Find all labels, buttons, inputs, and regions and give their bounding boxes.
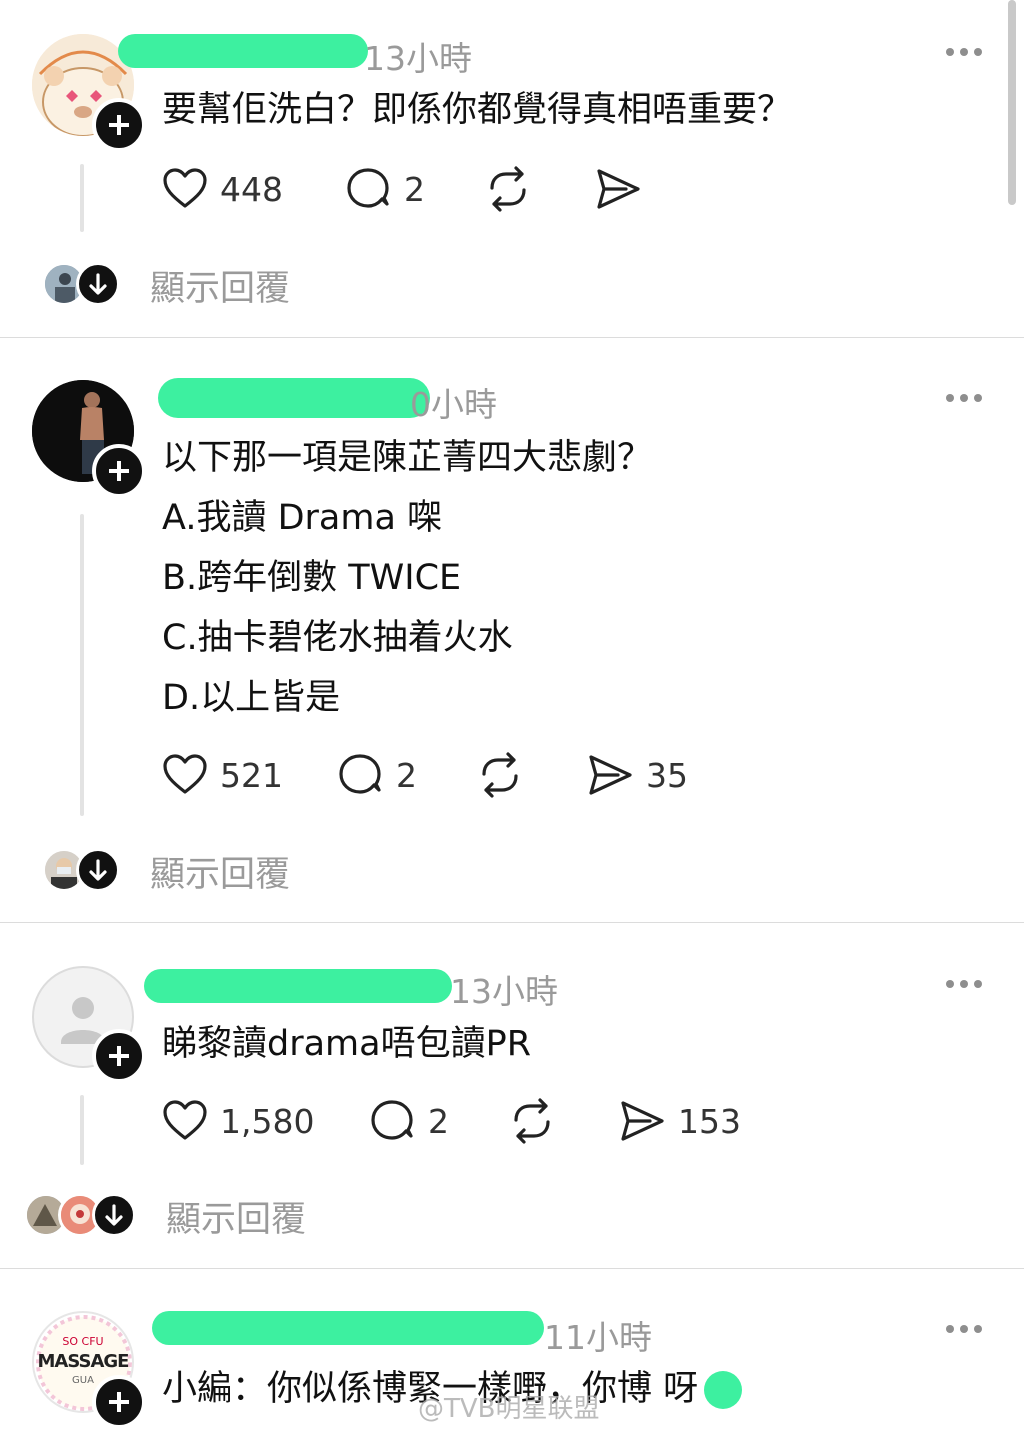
comment-bubble-icon <box>339 754 381 794</box>
follow-plus-icon[interactable] <box>92 1375 146 1429</box>
send-icon <box>589 755 632 795</box>
share-count: 35 <box>646 756 688 795</box>
redacted-username <box>158 378 430 418</box>
action-bar: 1,580 2 153 <box>162 1098 762 1148</box>
comment-button[interactable]: 2 <box>338 752 428 802</box>
like-button[interactable]: 521 <box>162 752 292 802</box>
avatar-logo-text: SO CFU <box>62 1335 104 1348</box>
repost-icon <box>490 166 526 212</box>
like-count: 521 <box>220 756 283 795</box>
redacted-username <box>144 969 452 1003</box>
send-icon <box>597 169 640 209</box>
post-text-line: 要幫佢洗白？即係你都覺得真相唔重要？ <box>162 90 793 130</box>
post-time: 11小時 <box>544 1318 652 1357</box>
avatar-logo-text: MASSAGE <box>37 1351 130 1372</box>
post-time: 13小時 <box>450 972 558 1011</box>
thread-line <box>80 164 84 232</box>
share-button[interactable]: 35 <box>586 752 706 802</box>
show-replies-row[interactable]: 顯示回覆 <box>0 262 400 312</box>
post-text-line: A.我讀 Drama 㗎 <box>162 498 443 538</box>
show-replies-row[interactable]: 顯示回覆 <box>0 848 400 898</box>
like-button[interactable]: 1,580 <box>162 1098 322 1148</box>
arrow-down-icon[interactable] <box>76 262 120 306</box>
heart-icon <box>163 1100 207 1140</box>
like-count: 448 <box>220 170 283 209</box>
follow-plus-icon[interactable] <box>92 444 146 498</box>
thread-line <box>80 1095 84 1165</box>
like-button[interactable]: 448 <box>162 166 292 216</box>
post-1: 13小時 要幫佢洗白？即係你都覺得真相唔重要？ 448 2 顯示回覆 <box>0 0 1024 337</box>
repost-icon <box>482 752 518 798</box>
post-text-line: 睇黎讀drama唔包讀PR <box>162 1024 532 1064</box>
share-button[interactable]: 153 <box>618 1098 758 1148</box>
post-time: 0小時 <box>410 385 497 424</box>
arrow-down-icon[interactable] <box>92 1193 136 1237</box>
show-replies-label[interactable]: 顯示回覆 <box>150 846 290 897</box>
comment-button[interactable]: 2 <box>346 166 436 216</box>
send-icon <box>621 1101 664 1141</box>
comment-count: 2 <box>404 170 425 209</box>
post-text-line: C.抽卡碧佬水抽着火水 <box>162 618 513 658</box>
show-replies-row[interactable]: 顯示回覆 <box>0 1193 420 1243</box>
post-text-line: 以下那一項是陳芷菁四大悲劇？ <box>162 438 653 478</box>
comment-count: 2 <box>428 1102 449 1141</box>
thread-line <box>80 514 84 816</box>
more-dots-icon[interactable] <box>946 1325 982 1335</box>
redacted-username <box>152 1311 544 1345</box>
heart-icon <box>163 168 207 208</box>
post-time: 13小時 <box>364 39 472 78</box>
comment-bubble-icon <box>347 168 389 208</box>
share-count: 153 <box>678 1102 741 1141</box>
repost-icon <box>514 1098 550 1144</box>
post-text-line: D.以上皆是 <box>162 678 341 718</box>
repost-button[interactable] <box>484 166 534 216</box>
share-button[interactable] <box>594 166 654 216</box>
repost-button[interactable] <box>508 1098 558 1148</box>
post-2: 0小時 以下那一項是陳芷菁四大悲劇？ A.我讀 Drama 㗎 B.跨年倒數 T… <box>0 338 1024 922</box>
repost-button[interactable] <box>476 752 526 802</box>
action-bar: 448 2 <box>162 166 682 216</box>
comment-count: 2 <box>396 756 417 795</box>
comment-bubble-icon <box>371 1100 413 1140</box>
post-text-line: B.跨年倒數 TWICE <box>162 558 462 598</box>
post-3: 13小時 睇黎讀drama唔包讀PR 1,580 2 153 顯示回覆 <box>0 923 1024 1268</box>
more-dots-icon[interactable] <box>946 980 982 990</box>
follow-plus-icon[interactable] <box>92 1029 146 1083</box>
redacted-word <box>704 1371 742 1409</box>
show-replies-label[interactable]: 顯示回覆 <box>166 1191 306 1242</box>
follow-plus-icon[interactable] <box>92 98 146 152</box>
more-dots-icon[interactable] <box>946 394 982 404</box>
show-replies-label[interactable]: 顯示回覆 <box>150 260 290 311</box>
arrow-down-icon[interactable] <box>76 848 120 892</box>
heart-icon <box>163 754 207 794</box>
action-bar: 521 2 35 <box>162 752 722 802</box>
comment-button[interactable]: 2 <box>370 1098 460 1148</box>
watermark: @TVB明星联盟 <box>418 1394 600 1424</box>
like-count: 1,580 <box>220 1102 315 1141</box>
more-dots-icon[interactable] <box>946 48 982 58</box>
redacted-username <box>118 34 368 68</box>
